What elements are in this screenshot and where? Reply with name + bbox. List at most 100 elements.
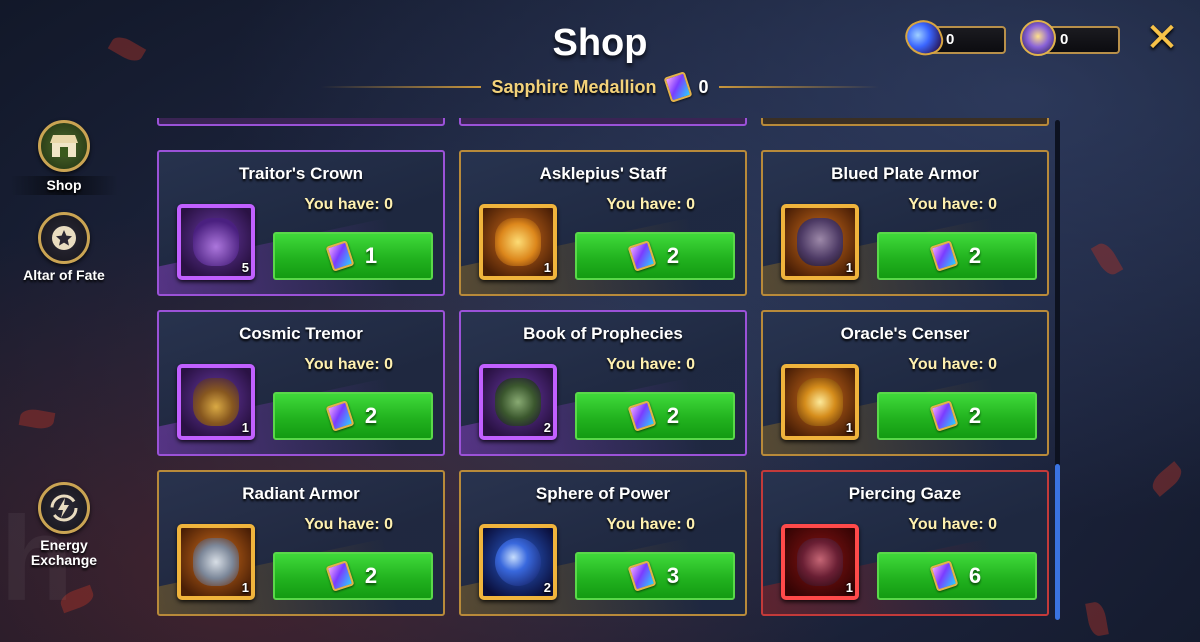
item-quantity: 2 [543, 580, 551, 595]
item-name: Asklepius' Staff [539, 164, 667, 183]
book-icon [495, 378, 541, 426]
buy-price: 2 [364, 563, 378, 588]
shop-item-grid[interactable]: Traitor's Crown You have: 0 5 1 Asklepiu… [157, 118, 1049, 618]
mask-icon [797, 538, 843, 586]
sapphire-medallion-icon [325, 400, 355, 432]
scrollbar-thumb[interactable] [1055, 464, 1060, 620]
sidebar-item-label: Altar of Fate [23, 267, 105, 283]
item-owned-count: You have: 0 [908, 196, 997, 213]
previous-row-edge [761, 118, 1049, 126]
staff-icon [495, 218, 541, 266]
item-name: Piercing Gaze [848, 484, 962, 503]
shop-item-card[interactable]: Book of Prophecies You have: 0 2 2 [459, 310, 747, 456]
item-icon[interactable]: 2 [479, 364, 557, 440]
item-owned-count: You have: 0 [606, 196, 695, 213]
sidebar-item-shop[interactable]: Shop [10, 120, 118, 195]
sapphire-medallion-icon [627, 400, 657, 432]
item-quantity: 1 [241, 420, 249, 435]
previous-row-edge [157, 118, 445, 126]
item-quantity: 2 [543, 420, 551, 435]
item-quantity: 1 [845, 420, 853, 435]
item-quantity: 1 [845, 580, 853, 595]
buy-price: 1 [364, 243, 378, 268]
buy-price: 6 [968, 563, 982, 588]
buy-button[interactable]: 3 [575, 552, 735, 600]
shop-item-card[interactable]: Radiant Armor You have: 0 1 2 [157, 470, 445, 616]
item-name: Cosmic Tremor [239, 324, 363, 343]
sidebar-item-altar-of-fate[interactable]: Altar of Fate [10, 212, 118, 283]
sidebar-item-label: Shop [10, 176, 118, 195]
shop-item-card[interactable]: Piercing Gaze You have: 0 1 6 [761, 470, 1049, 616]
divider-right [718, 86, 879, 88]
item-name: Book of Prophecies [523, 324, 683, 343]
background-leaf [1148, 461, 1186, 497]
sphere-icon [495, 538, 541, 586]
sapphire-medallion-icon [929, 560, 959, 592]
buy-button[interactable]: 2 [877, 232, 1037, 280]
item-icon[interactable]: 1 [479, 204, 557, 280]
currency-label: Sapphire Medallion [491, 76, 657, 97]
gem-count: 0 [946, 31, 955, 48]
buy-price: 2 [666, 403, 680, 428]
radiant-armor-icon [193, 538, 239, 586]
item-owned-count: You have: 0 [606, 356, 695, 373]
emblem-icon [1020, 20, 1056, 56]
buy-button[interactable]: 6 [877, 552, 1037, 600]
emblem-count: 0 [1060, 31, 1069, 48]
item-owned-count: You have: 0 [304, 356, 393, 373]
buy-button[interactable]: 2 [575, 232, 735, 280]
shop-item-card[interactable]: Oracle's Censer You have: 0 1 2 [761, 310, 1049, 456]
buy-button[interactable]: 2 [877, 392, 1037, 440]
item-name: Sphere of Power [535, 484, 671, 503]
item-icon[interactable]: 2 [479, 524, 557, 600]
item-owned-count: You have: 0 [908, 356, 997, 373]
divider-left [321, 86, 482, 88]
sapphire-medallion-icon [929, 240, 959, 272]
scrollbar-track[interactable] [1055, 120, 1060, 620]
buy-button[interactable]: 2 [273, 392, 433, 440]
buy-price: 2 [968, 403, 982, 428]
buy-price: 2 [968, 243, 982, 268]
item-owned-count: You have: 0 [908, 516, 997, 533]
sapphire-medallion-icon [929, 400, 959, 432]
currency-subtitle: Sapphire Medallion 0 [0, 71, 1200, 103]
buy-price: 3 [666, 563, 680, 588]
shop-item-card[interactable]: Blued Plate Armor You have: 0 1 2 [761, 150, 1049, 296]
censer-icon [797, 378, 843, 426]
item-owned-count: You have: 0 [606, 516, 695, 533]
item-name: Oracle's Censer [840, 324, 970, 343]
sapphire-medallion-icon [663, 71, 692, 103]
item-icon[interactable]: 1 [177, 364, 255, 440]
sidebar-item-label: Energy Exchange [30, 537, 98, 568]
item-icon[interactable]: 5 [177, 204, 255, 280]
energy-exchange-icon [38, 482, 90, 534]
crown-icon [193, 218, 239, 266]
background-leaf [18, 407, 56, 431]
sapphire-medallion-icon [627, 240, 657, 272]
shop-icon [38, 120, 90, 172]
sidebar-item-energy-exchange[interactable]: Energy Exchange [10, 482, 118, 568]
shop-item-card[interactable]: Asklepius' Staff You have: 0 1 2 [459, 150, 747, 296]
shop-item-card[interactable]: Cosmic Tremor You have: 0 1 2 [157, 310, 445, 456]
sapphire-medallion-icon [627, 560, 657, 592]
close-button[interactable]: ✕ [1144, 18, 1180, 58]
item-name: Traitor's Crown [238, 164, 363, 183]
skull-flask-icon [193, 378, 239, 426]
background-leaf [1085, 600, 1109, 638]
star-icon [38, 212, 90, 264]
item-icon[interactable]: 1 [177, 524, 255, 600]
item-quantity: 1 [543, 260, 551, 275]
previous-row-edge [459, 118, 747, 126]
item-icon[interactable]: 1 [781, 204, 859, 280]
shop-item-card[interactable]: Sphere of Power You have: 0 2 3 [459, 470, 747, 616]
shop-item-card[interactable]: Traitor's Crown You have: 0 5 1 [157, 150, 445, 296]
background-leaf [1090, 239, 1124, 279]
item-icon[interactable]: 1 [781, 524, 859, 600]
currency-count: 0 [698, 76, 709, 97]
item-icon[interactable]: 1 [781, 364, 859, 440]
buy-button[interactable]: 2 [575, 392, 735, 440]
buy-button[interactable]: 1 [273, 232, 433, 280]
item-name: Radiant Armor [242, 484, 360, 503]
buy-button[interactable]: 2 [273, 552, 433, 600]
item-quantity: 1 [845, 260, 853, 275]
